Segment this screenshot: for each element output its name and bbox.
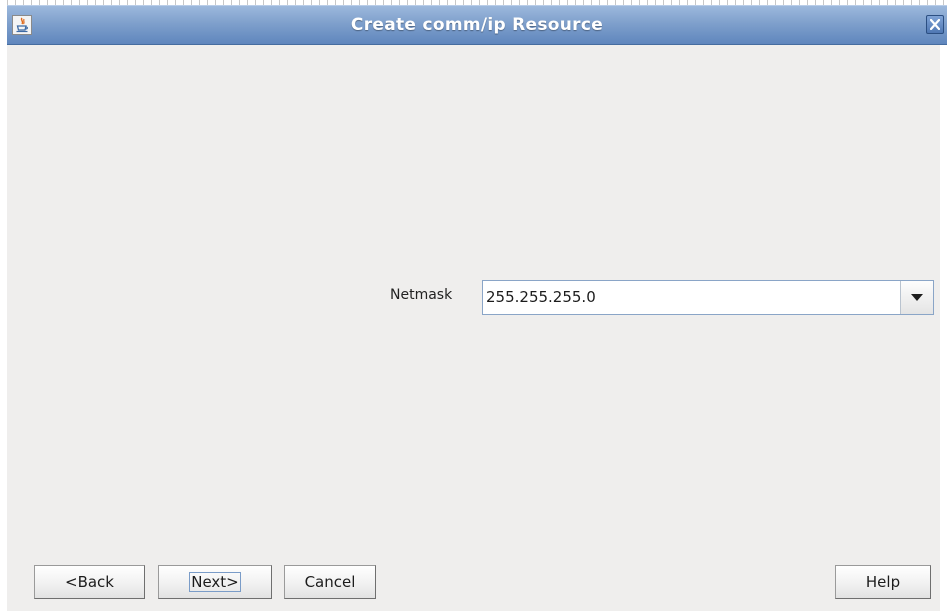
close-button[interactable] [926,15,944,34]
close-icon [930,19,940,30]
chevron-down-icon [911,294,923,301]
title-bar[interactable]: Create comm/ip Resource [7,5,947,45]
netmask-input[interactable] [486,281,896,314]
back-button[interactable]: <Back [34,565,145,599]
netmask-combobox[interactable] [482,280,934,315]
netmask-label: Netmask [390,287,453,303]
next-button-label: Next> [189,572,241,592]
window-bottom-edge [7,611,940,616]
next-button[interactable]: Next> [158,565,272,599]
window-right-edge [940,45,947,616]
dialog-window: Create comm/ip Resource Netmask <Back Ne… [0,0,947,616]
window-title: Create comm/ip Resource [350,15,604,35]
netmask-dropdown-button[interactable] [900,281,933,314]
help-button[interactable]: Help [835,565,931,599]
dialog-content [7,45,940,611]
cancel-button[interactable]: Cancel [284,565,376,599]
